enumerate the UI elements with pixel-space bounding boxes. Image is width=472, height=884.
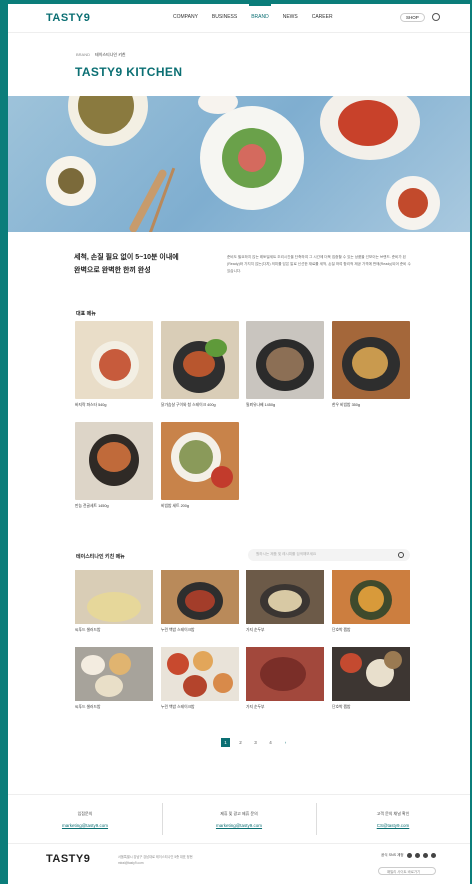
kitchen-caption: 씨푸드 샐러드밥 [75,705,101,709]
search-bar[interactable]: 원하시는 제품 및 레시피를 검색해보세요 [248,549,410,561]
kitchen-caption: 누린 백밥 스테이크밥 [161,705,195,709]
contact-box: 제휴 및 광고 제휴 문의 marketing@tasty9.com [162,795,316,843]
breadcrumb-current: 테이스티나인 키친 [95,52,126,57]
kitchen-image [246,570,324,624]
breadcrumb: BRAND 테이스티나인 키친 [76,52,126,58]
kitchen-caption: 씨푸드 샐러드밥 [75,628,101,632]
kitchen-image [246,647,324,701]
globe-icon[interactable] [432,13,440,21]
site-header: TASTY9 COMPANY BUSINESS BRAND NEWS CAREE… [8,4,470,33]
kitchen-image [75,647,153,701]
intro-headline-line-1: 세척, 손질 필요 없이 5~10분 이내에 [74,254,179,261]
page-4[interactable]: 4 [266,738,275,747]
menu-caption: 바지락 파스타 540g [75,403,107,407]
contact-box: 고객 문의 채널 확인 CS@tasty9.com [316,795,470,843]
rep-menu-card[interactable]: 닭가슴살 구이와 청 스테이크 400g [161,321,239,408]
kitchen-card[interactable]: 가지 순두부 [246,570,324,633]
kitchen-caption: 가지 순두부 [246,705,265,709]
kitchen-caption: 누린 백밥 스테이크밥 [161,628,195,632]
social-label: 공식 SNS 계정 [381,853,404,857]
intro-headline: 세척, 손질 필요 없이 5~10분 이내에 완벽으로 완벽한 한끼 완성 [74,251,179,277]
rep-menu-card[interactable]: 밀푀유나베 1450g [246,321,324,408]
contact-title: 제휴 및 광고 제휴 문의 [220,811,258,816]
contact-title: 고객 문의 채널 확인 [376,811,410,816]
menu-image [161,321,239,399]
rep-menu-card[interactable]: 만능 전골세트 1450g [75,422,153,509]
pagination: 1 2 3 4 › [221,738,290,747]
family-site-select[interactable]: 패밀리 사이트 바로가기 [378,867,436,875]
kitchen-image [332,570,410,624]
nav-news[interactable]: NEWS [283,14,298,20]
menu-caption: 밀푀유나베 1450g [246,403,276,407]
kitchen-card[interactable]: 누린 백밥 스테이크밥 [161,570,239,633]
kitchen-caption: 가지 순두부 [246,628,265,632]
contact-section: 입점문의 marketing@tasty9.com 제휴 및 광고 제휴 문의 … [8,794,470,844]
kitchen-card[interactable]: 누린 백밥 스테이크밥 [161,647,239,710]
menu-caption: 만능 전골세트 1450g [75,504,109,508]
instagram-icon[interactable] [406,853,412,858]
contact-email[interactable]: marketing@tasty9.com [8,823,162,828]
contact-title: 입점문의 [77,811,93,816]
page: TASTY9 COMPANY BUSINESS BRAND NEWS CAREE… [8,4,470,884]
nav-career[interactable]: CAREER [312,14,333,20]
search-icon[interactable] [398,552,404,558]
intro-headline-line-2: 완벽으로 완벽한 한끼 완성 [74,267,151,274]
page-title: TASTY9 KITCHEN [75,65,183,79]
logo[interactable]: TASTY9 [46,12,90,24]
nav-brand[interactable]: BRAND [249,4,271,20]
footer-info: 서울특별시 강남구 강남대로 테이스티나인 5층 대표 정현 mirai@tas… [118,854,268,866]
footer-email: mirai@tasty9.com [118,861,144,865]
search-input[interactable]: 원하시는 제품 및 레시피를 검색해보세요 [256,552,316,557]
rep-menu-card[interactable]: 비빔밥 세트 200g [161,422,239,509]
footer-logo[interactable]: TASTY9 [46,853,90,865]
contact-box: 입점문의 marketing@tasty9.com [8,795,162,843]
kitchen-caption: 단호박 찜밥 [332,705,351,709]
contact-email[interactable]: marketing@tasty9.com [162,823,316,828]
page-3[interactable]: 3 [251,738,260,747]
menu-image [75,422,153,500]
footer-social: 공식 SNS 계정 [381,853,436,858]
contact-email[interactable]: CS@tasty9.com [316,823,470,828]
menu-image [246,321,324,399]
menu-caption: 닭가슴살 구이와 청 스테이크 400g [161,403,216,407]
page-2[interactable]: 2 [236,738,245,747]
nav-business[interactable]: BUSINESS [212,14,237,20]
menu-image [75,321,153,399]
menu-image [161,422,239,500]
menu-image [332,321,410,399]
menu-caption: 한우 비빔밥 350g [332,403,361,407]
shop-button[interactable]: SHOP [400,13,425,22]
kitchen-card[interactable]: 씨푸드 샐러드밥 [75,647,153,710]
breadcrumb-brand[interactable]: BRAND [76,52,90,58]
kitchen-caption: 단호박 찜밥 [332,628,351,632]
blog-icon[interactable] [422,853,428,858]
kitchen-image [75,570,153,624]
rep-menu-card[interactable]: 바지락 파스타 540g [75,321,153,408]
kitchen-image [161,570,239,624]
kitchen-image [332,647,410,701]
page-1[interactable]: 1 [221,738,230,747]
kitchen-card[interactable]: 가지 순두부 [246,647,324,710]
facebook-icon[interactable] [430,853,436,858]
kitchen-menu-title: 테이스티나인 키친 메뉴 [76,554,125,560]
youtube-icon[interactable] [414,853,420,858]
menu-caption: 비빔밥 세트 200g [161,504,190,508]
rep-menu-title: 대표 메뉴 [76,311,96,317]
rep-menu-card[interactable]: 한우 비빔밥 350g [332,321,410,408]
intro-body: 준비도 필요하지 않는 레토밀세트 조리시간을 단축하여 그 시간에 더욱 집중… [227,255,411,273]
main-nav: COMPANY BUSINESS BRAND NEWS CAREER [173,4,333,20]
hero-image [8,96,470,232]
kitchen-card[interactable]: 단호박 찜밥 [332,570,410,633]
next-page-button[interactable]: › [281,738,290,747]
kitchen-image [161,647,239,701]
kitchen-card[interactable]: 단호박 찜밥 [332,647,410,710]
kitchen-card[interactable]: 씨푸드 샐러드밥 [75,570,153,633]
nav-company[interactable]: COMPANY [173,14,198,20]
